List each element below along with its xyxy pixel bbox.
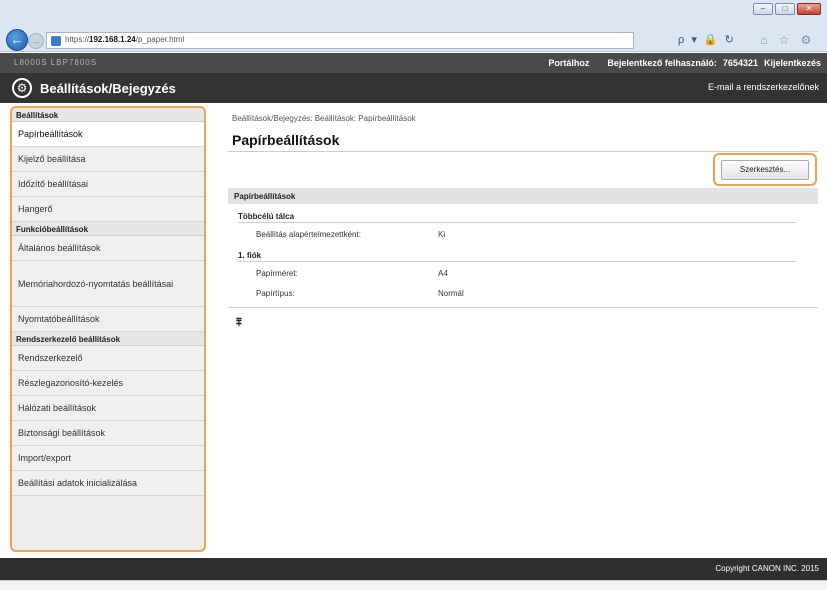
sidebar-item-paper-settings[interactable]: Papírbeállítások (12, 122, 204, 147)
sidebar-nav: Beállítások Papírbeállítások Kijelző beá… (10, 106, 206, 552)
sidebar-section-function-settings: Funkcióbeállítások (12, 222, 204, 236)
sidebar-section-admin-settings: Rendszerkezelő beállítások (12, 332, 204, 346)
settings-icon: ⚙ (12, 78, 32, 98)
sidebar-item-general-settings[interactable]: Általános beállítások (12, 236, 204, 261)
portal-link[interactable]: Portálhoz (548, 58, 589, 68)
edit-button[interactable]: Szerkesztés... (721, 160, 809, 180)
content-divider (228, 307, 818, 308)
device-name: L8000S LBP7800S (14, 58, 98, 67)
email-admin-link[interactable]: E-mail a rendszerkezelőnek (708, 82, 819, 92)
back-to-top-icon[interactable]: ⩱ (236, 318, 242, 329)
copyright-text: Copyright CANON INC. 2015 (715, 564, 819, 573)
browser-title-bar: – □ ✕ (0, 0, 827, 28)
page-header: ⚙ Beállítások/Bejegyzés E-mail a rendsze… (0, 73, 827, 103)
page-title: Papírbeállítások (232, 132, 340, 148)
address-row: ← → https://192.168.1.24/p_paper.html ρ … (0, 28, 827, 52)
edit-button-highlight: Szerkesztés... (713, 153, 817, 186)
sidebar-item-department-id[interactable]: Részlegazonosító-kezelés (12, 371, 204, 396)
browser-nav-icons[interactable]: ⌂ ☆ ⚙ (760, 33, 815, 47)
url-text[interactable]: https://192.168.1.24/p_paper.html (65, 35, 184, 44)
group-divider (238, 222, 796, 223)
logout-link[interactable]: Kijelentkezés (764, 58, 821, 68)
remote-ui-top-bar: L8000S LBP7800S Portálhoz Bejelentkező f… (0, 53, 827, 73)
group-divider (238, 261, 796, 262)
breadcrumb: Beállítások/Bejegyzés: Beállítások: Papí… (232, 114, 416, 123)
drawer1-title: 1. fiók (238, 251, 262, 260)
default-setting-label: Beállítás alapértelmezettként: (256, 230, 361, 239)
address-controls[interactable]: ρ ▾ 🔒 ↻ (678, 33, 736, 46)
maximize-button[interactable]: □ (775, 3, 795, 15)
logged-user-label: Bejelentkező felhasználó: (607, 58, 717, 68)
sidebar-item-printer-settings[interactable]: Nyomtatóbeállítások (12, 307, 204, 332)
sidebar-section-settings: Beállítások (12, 108, 204, 122)
sidebar-item-display-settings[interactable]: Kijelző beállítása (12, 147, 204, 172)
paper-type-value: Normál (438, 289, 464, 298)
paper-size-label: Papírméret: (256, 269, 298, 278)
title-divider (228, 151, 818, 152)
page-icon (51, 36, 61, 46)
sidebar-item-import-export[interactable]: Import/export (12, 446, 204, 471)
forward-button[interactable]: → (28, 33, 44, 49)
window-controls: – □ ✕ (753, 3, 821, 15)
sidebar-item-system-manager[interactable]: Rendszerkezelő (12, 346, 204, 371)
sidebar-item-volume[interactable]: Hangerő (12, 197, 204, 222)
logged-user-value: 7654321 (722, 58, 758, 68)
sidebar-item-memory-print-settings[interactable]: Memóriahordozó-nyomtatás beállításai (12, 261, 204, 307)
browser-status-strip (0, 580, 827, 590)
sidebar-item-security-settings[interactable]: Biztonsági beállítások (12, 421, 204, 446)
minimize-button[interactable]: – (753, 3, 773, 15)
header-title: Beállítások/Bejegyzés (40, 81, 176, 96)
close-button[interactable]: ✕ (797, 3, 821, 15)
section-header: Papírbeállítások (228, 188, 818, 204)
paper-type-label: Papírtípus: (256, 289, 295, 298)
sidebar-item-network-settings[interactable]: Hálózati beállítások (12, 396, 204, 421)
default-setting-value: Ki (438, 230, 446, 239)
paper-size-value: A4 (438, 269, 448, 278)
address-bar[interactable]: https://192.168.1.24/p_paper.html (46, 32, 634, 49)
sidebar-item-timer-settings[interactable]: Időzítő beállításai (12, 172, 204, 197)
footer: Copyright CANON INC. 2015 (0, 558, 827, 580)
back-button[interactable]: ← (6, 29, 28, 51)
multipurpose-tray-title: Többcélú tálca (238, 212, 295, 221)
sidebar-item-initialize-settings[interactable]: Beállítási adatok inicializálása (12, 471, 204, 496)
